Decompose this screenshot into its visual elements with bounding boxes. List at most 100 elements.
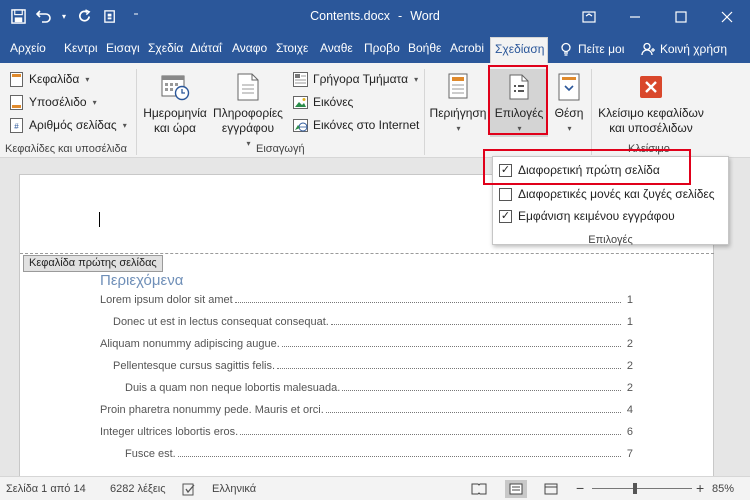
- toc-page-number: 2: [626, 338, 633, 350]
- title-separator: -: [398, 9, 403, 23]
- print-layout-icon[interactable]: [505, 480, 527, 498]
- toc-leader-dots: [325, 412, 621, 413]
- ribbon-display-options-icon[interactable]: [566, 0, 612, 33]
- read-mode-icon[interactable]: [468, 480, 490, 498]
- quick-parts-icon: [292, 71, 308, 87]
- show-document-text-label: Εμφάνιση κειμένου εγγράφου: [518, 209, 675, 223]
- online-pictures-label: Εικόνες στο Internet: [313, 118, 420, 132]
- toc-entry[interactable]: Integer ultrices lobortis eros. 6: [100, 426, 633, 438]
- chevron-down-icon: ▾: [567, 124, 572, 133]
- toc-entry[interactable]: Lorem ipsum dolor sit amet 1: [100, 294, 633, 306]
- tab-design[interactable]: Σχεδία: [148, 41, 184, 55]
- page-number-label: Αριθμός σελίδας: [29, 118, 117, 132]
- date-time-button[interactable]: Ημερομηνία και ώρα: [140, 71, 210, 136]
- toc-entry[interactable]: Duis a quam non neque lobortis malesuada…: [125, 382, 633, 394]
- chevron-down-icon: ▾: [456, 124, 461, 133]
- navigation-button[interactable]: Περιήγηση ▾: [427, 71, 489, 136]
- show-document-text-option[interactable]: ✓ Εμφάνιση κειμένου εγγράφου: [499, 209, 675, 223]
- checkbox-unchecked-icon[interactable]: [499, 187, 512, 201]
- page-number-icon: #: [8, 117, 24, 133]
- web-layout-icon[interactable]: [540, 480, 562, 498]
- tab-mailings[interactable]: Στοιχε: [276, 41, 312, 55]
- tab-insert[interactable]: Εισαγι: [106, 41, 142, 55]
- chevron-down-icon: ▾: [414, 74, 419, 84]
- toc-entry[interactable]: Aliquam nonummy adipiscing augue. 2: [100, 338, 633, 350]
- pictures-label: Εικόνες: [313, 95, 354, 109]
- tell-me-box[interactable]: Πείτε μοι: [558, 41, 624, 57]
- calendar-icon: [159, 71, 191, 103]
- tab-references[interactable]: Αναφο: [232, 41, 268, 55]
- proofing-icon[interactable]: [182, 483, 196, 496]
- minimize-icon[interactable]: [612, 0, 658, 33]
- window-controls: [566, 0, 750, 33]
- first-page-header-tag: Κεφαλίδα πρώτης σελίδας: [23, 255, 163, 272]
- share-label: Κοινή χρήση: [660, 42, 728, 56]
- toc-page-number: 7: [626, 448, 633, 460]
- different-odd-even-label: Διαφορετικές μονές και ζυγές σελίδες: [518, 187, 715, 201]
- options-highlight-frame: [488, 65, 548, 135]
- navigation-icon: [442, 71, 474, 103]
- toc-page-number: 2: [626, 382, 633, 394]
- online-pictures-button[interactable]: Εικόνες στο Internet: [292, 117, 419, 133]
- tab-view[interactable]: Προβο: [364, 41, 400, 55]
- document-info-label-2: εγγράφου: [221, 121, 275, 135]
- header-button[interactable]: Κεφαλίδα ▾: [8, 71, 89, 87]
- date-time-label-1: Ημερομηνία: [143, 106, 207, 120]
- date-time-label-2: και ώρα: [154, 121, 196, 135]
- tab-help[interactable]: Βοήθε: [408, 41, 444, 55]
- tab-home[interactable]: Κεντρι: [64, 41, 100, 55]
- close-header-footer-button[interactable]: Κλείσιμο κεφαλίδων και υποσέλιδων: [592, 71, 710, 136]
- zoom-slider-track[interactable]: [592, 488, 692, 489]
- person-icon: [640, 41, 656, 57]
- word-count-status[interactable]: 6282 λέξεις: [110, 483, 166, 495]
- document-info-button[interactable]: Πληροφορίες εγγράφου ▾: [210, 71, 286, 151]
- toc-entry-text: Proin pharetra nonummy pede. Mauris et o…: [100, 404, 324, 416]
- tab-file[interactable]: Αρχείο: [10, 41, 50, 55]
- close-header-footer-icon: [635, 71, 667, 103]
- zoom-out-button[interactable]: −: [576, 480, 584, 496]
- language-status[interactable]: Ελληνικά: [212, 483, 256, 495]
- close-icon[interactable]: [704, 0, 750, 33]
- group-separator: [424, 69, 425, 155]
- options-group-label: Επιλογές: [588, 234, 633, 246]
- page-count-status[interactable]: Σελίδα 1 από 14: [6, 483, 86, 495]
- quick-parts-button[interactable]: Γρήγορα Τμήματα ▾: [292, 71, 418, 87]
- toc-entry[interactable]: Donec ut est in lectus consequat consequ…: [113, 316, 633, 328]
- tab-header-footer-design[interactable]: Σχεδίαση: [490, 37, 548, 63]
- group-label-header-footer: Κεφαλίδες και υποσέλιδα: [5, 143, 127, 155]
- status-bar: Σελίδα 1 από 14 6282 λέξεις Ελληνικά − +…: [0, 476, 750, 500]
- picture-icon: [292, 94, 308, 110]
- zoom-slider-thumb[interactable]: [632, 483, 637, 494]
- different-odd-even-option[interactable]: Διαφορετικές μονές και ζυγές σελίδες: [499, 187, 715, 201]
- header-icon: [8, 71, 24, 87]
- document-info-icon: [232, 71, 264, 103]
- maximize-icon[interactable]: [658, 0, 704, 33]
- tell-me-label: Πείτε μοι: [578, 42, 625, 56]
- share-button[interactable]: Κοινή χρήση: [640, 41, 727, 57]
- footer-icon: [8, 94, 24, 110]
- footer-button[interactable]: Υποσέλιδο ▾: [8, 94, 97, 110]
- zoom-level[interactable]: 85%: [712, 483, 734, 495]
- chevron-down-icon: ▾: [122, 120, 127, 130]
- pictures-button[interactable]: Εικόνες: [292, 94, 353, 110]
- tab-review[interactable]: Αναθε: [320, 41, 356, 55]
- checkbox-checked-icon[interactable]: ✓: [499, 209, 512, 223]
- zoom-in-button[interactable]: +: [696, 480, 704, 496]
- toc-entry-text: Integer ultrices lobortis eros.: [100, 426, 239, 438]
- toc-leader-dots: [234, 302, 621, 303]
- chevron-down-icon: ▾: [246, 139, 251, 148]
- toc-entry-text: Pellentesque cursus sagittis felis.: [113, 360, 276, 372]
- toc-entry[interactable]: Proin pharetra nonummy pede. Mauris et o…: [100, 404, 633, 416]
- position-label: Θέση: [554, 106, 584, 120]
- toc-entry-text: Duis a quam non neque lobortis malesuada…: [125, 382, 341, 394]
- position-button[interactable]: Θέση ▾: [549, 71, 589, 136]
- header-boundary-line: [20, 253, 714, 254]
- toc-entry[interactable]: Pellentesque cursus sagittis felis. 2: [113, 360, 633, 372]
- tab-layout[interactable]: Διάταΐ: [190, 41, 226, 55]
- online-picture-icon: [292, 117, 308, 133]
- toc-leader-dots: [240, 434, 621, 435]
- page-number-button[interactable]: # Αριθμός σελίδας ▾: [8, 117, 127, 133]
- toc-entry[interactable]: Fusce est. 7: [125, 448, 633, 460]
- tab-acrobat[interactable]: Acrobi: [450, 41, 488, 55]
- document-info-label-1: Πληροφορίες: [213, 106, 283, 120]
